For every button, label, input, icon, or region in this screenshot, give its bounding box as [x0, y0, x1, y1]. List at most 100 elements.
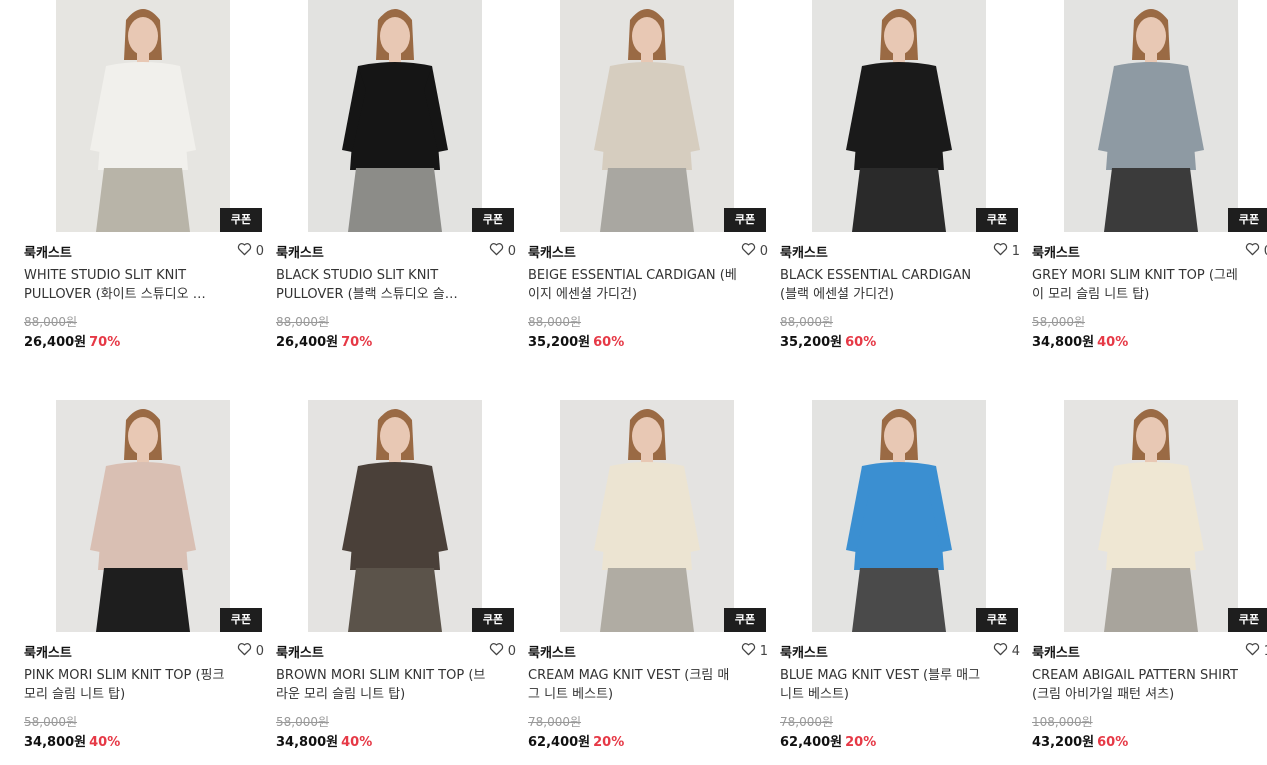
product-image[interactable]	[308, 0, 482, 232]
product-title[interactable]: BEIGE ESSENTIAL CARDIGAN (베이지 에센셜 가디건)	[528, 266, 740, 304]
heart-outline-icon	[237, 642, 252, 660]
heart-outline-icon	[489, 642, 504, 660]
brand-name[interactable]: 룩캐스트	[24, 242, 72, 261]
brand-name[interactable]: 룩캐스트	[276, 242, 324, 261]
discount-rate: 40%	[89, 735, 121, 750]
coupon-badge: 쿠폰	[220, 608, 262, 632]
heart-outline-icon	[741, 642, 756, 660]
product-title[interactable]: CREAM MAG KNIT VEST (크림 매그 니트 베스트)	[528, 666, 740, 704]
product-image[interactable]	[1064, 400, 1238, 632]
like-button[interactable]: 4	[993, 642, 1020, 660]
product-image[interactable]	[56, 400, 230, 632]
brand-name[interactable]: 룩캐스트	[1032, 242, 1080, 261]
discount-rate: 60%	[593, 335, 625, 350]
brand-name[interactable]: 룩캐스트	[528, 642, 576, 661]
brand-name[interactable]: 룩캐스트	[276, 642, 324, 661]
like-count: 0	[759, 243, 768, 259]
like-button[interactable]: 0	[237, 242, 264, 260]
coupon-badge: 쿠폰	[976, 208, 1018, 232]
like-button[interactable]: 0	[741, 242, 768, 260]
product-card[interactable]: 쿠폰 룩캐스트 0 WHITE STUDIO SLIT KNIT PULLOVE…	[24, 0, 266, 360]
heart-outline-icon	[237, 242, 252, 260]
product-title[interactable]: BLACK ESSENTIAL CARDIGAN (블랙 에센셜 가디건)	[780, 266, 992, 304]
coupon-badge: 쿠폰	[724, 608, 766, 632]
heart-outline-icon	[1245, 242, 1260, 260]
product-title[interactable]: BLUE MAG KNIT VEST (블루 매그 니트 베스트)	[780, 666, 992, 704]
coupon-badge: 쿠폰	[976, 608, 1018, 632]
price-row: 62,400원 20%	[780, 731, 876, 750]
product-title[interactable]: BROWN MORI SLIM KNIT TOP (브라운 모리 슬림 니트 탑…	[276, 666, 488, 704]
sale-price: 34,800원	[276, 735, 339, 750]
discount-rate: 70%	[341, 335, 373, 350]
discount-rate: 60%	[845, 335, 877, 350]
product-image[interactable]	[812, 400, 986, 632]
price-row: 34,800원 40%	[276, 731, 372, 750]
coupon-badge: 쿠폰	[220, 208, 262, 232]
like-count: 1	[759, 643, 768, 659]
heart-outline-icon	[993, 242, 1008, 260]
price-row: 62,400원 20%	[528, 731, 624, 750]
product-card[interactable]: 쿠폰 룩캐스트 0 GREY MORI SLIM KNIT TOP (그레이 모…	[1032, 0, 1267, 360]
original-price: 58,000원	[24, 715, 78, 729]
product-title[interactable]: PINK MORI SLIM KNIT TOP (핑크 모리 슬림 니트 탑)	[24, 666, 236, 704]
product-title[interactable]: CREAM ABIGAIL PATTERN SHIRT (크림 아비가일 패턴 …	[1032, 666, 1244, 704]
discount-rate: 40%	[341, 735, 373, 750]
original-price: 88,000원	[276, 315, 330, 329]
coupon-badge: 쿠폰	[472, 608, 514, 632]
product-card[interactable]: 쿠폰 룩캐스트 0 PINK MORI SLIM KNIT TOP (핑크 모리…	[24, 400, 266, 760]
like-button[interactable]: 1	[993, 242, 1020, 260]
product-title[interactable]: GREY MORI SLIM KNIT TOP (그레이 모리 슬림 니트 탑)	[1032, 266, 1244, 304]
like-count: 1	[1011, 243, 1020, 259]
like-count: 4	[1011, 643, 1020, 659]
product-image[interactable]	[560, 0, 734, 232]
brand-name[interactable]: 룩캐스트	[24, 642, 72, 661]
product-card[interactable]: 쿠폰 룩캐스트 4 BLUE MAG KNIT VEST (블루 매그 니트 베…	[780, 400, 1022, 760]
product-title[interactable]: BLACK STUDIO SLIT KNIT PULLOVER (블랙 스튜디오…	[276, 266, 488, 304]
like-button[interactable]: 1	[741, 642, 768, 660]
price-row: 34,800원 40%	[24, 731, 120, 750]
heart-outline-icon	[993, 642, 1008, 660]
discount-rate: 20%	[845, 735, 877, 750]
product-image[interactable]	[560, 400, 734, 632]
brand-name[interactable]: 룩캐스트	[1032, 642, 1080, 661]
like-button[interactable]: 1	[1245, 642, 1267, 660]
product-card[interactable]: 쿠폰 룩캐스트 1 CREAM ABIGAIL PATTERN SHIRT (크…	[1032, 400, 1267, 760]
like-button[interactable]: 0	[489, 642, 516, 660]
like-count: 0	[255, 643, 264, 659]
product-image[interactable]	[1064, 0, 1238, 232]
discount-rate: 40%	[1097, 335, 1129, 350]
product-image[interactable]	[812, 0, 986, 232]
product-image[interactable]	[56, 0, 230, 232]
sale-price: 34,800원	[1032, 335, 1095, 350]
coupon-badge: 쿠폰	[1228, 608, 1267, 632]
like-count: 0	[507, 643, 516, 659]
sale-price: 43,200원	[1032, 735, 1095, 750]
price-row: 26,400원 70%	[24, 331, 120, 350]
original-price: 78,000원	[780, 715, 834, 729]
brand-name[interactable]: 룩캐스트	[780, 242, 828, 261]
product-card[interactable]: 쿠폰 룩캐스트 0 BEIGE ESSENTIAL CARDIGAN (베이지 …	[528, 0, 770, 360]
product-card[interactable]: 쿠폰 룩캐스트 1 BLACK ESSENTIAL CARDIGAN (블랙 에…	[780, 0, 1022, 360]
product-title[interactable]: WHITE STUDIO SLIT KNIT PULLOVER (화이트 스튜디…	[24, 266, 236, 304]
brand-name[interactable]: 룩캐스트	[780, 642, 828, 661]
heart-outline-icon	[741, 242, 756, 260]
discount-rate: 60%	[1097, 735, 1129, 750]
brand-name[interactable]: 룩캐스트	[528, 242, 576, 261]
like-button[interactable]: 0	[237, 642, 264, 660]
original-price: 78,000원	[528, 715, 582, 729]
product-image[interactable]	[308, 400, 482, 632]
discount-rate: 20%	[593, 735, 625, 750]
product-card[interactable]: 쿠폰 룩캐스트 0 BROWN MORI SLIM KNIT TOP (브라운 …	[276, 400, 518, 760]
like-button[interactable]: 0	[489, 242, 516, 260]
like-button[interactable]: 0	[1245, 242, 1267, 260]
price-row: 35,200원 60%	[780, 331, 876, 350]
sale-price: 62,400원	[780, 735, 843, 750]
product-grid: 쿠폰 룩캐스트 0 WHITE STUDIO SLIT KNIT PULLOVE…	[0, 0, 1267, 765]
product-card[interactable]: 쿠폰 룩캐스트 1 CREAM MAG KNIT VEST (크림 매그 니트 …	[528, 400, 770, 760]
heart-outline-icon	[489, 242, 504, 260]
coupon-badge: 쿠폰	[724, 208, 766, 232]
original-price: 88,000원	[24, 315, 78, 329]
sale-price: 26,400원	[276, 335, 339, 350]
original-price: 88,000원	[528, 315, 582, 329]
product-card[interactable]: 쿠폰 룩캐스트 0 BLACK STUDIO SLIT KNIT PULLOVE…	[276, 0, 518, 360]
